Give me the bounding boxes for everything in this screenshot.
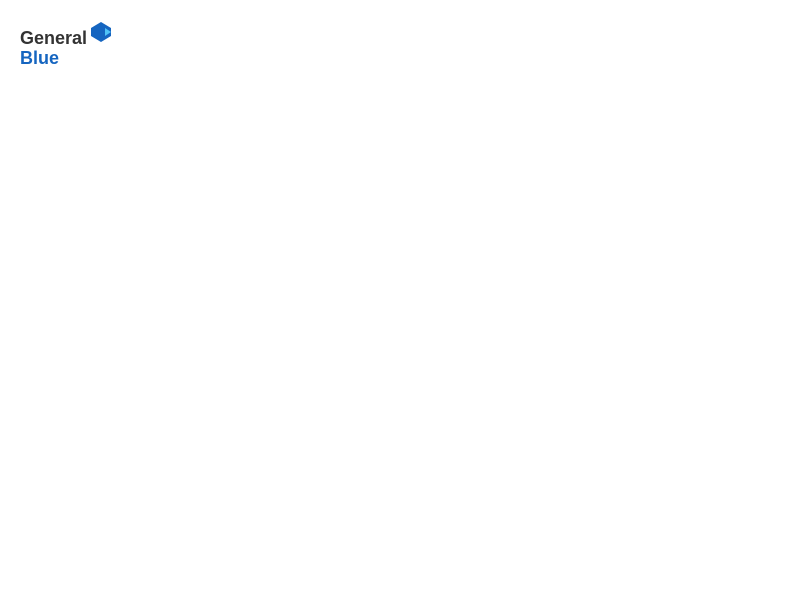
logo-blue: Blue — [20, 48, 59, 68]
logo: General Blue — [20, 20, 113, 69]
logo-icon — [89, 20, 113, 44]
logo-general: General — [20, 28, 87, 48]
page-header: General Blue — [20, 20, 772, 69]
